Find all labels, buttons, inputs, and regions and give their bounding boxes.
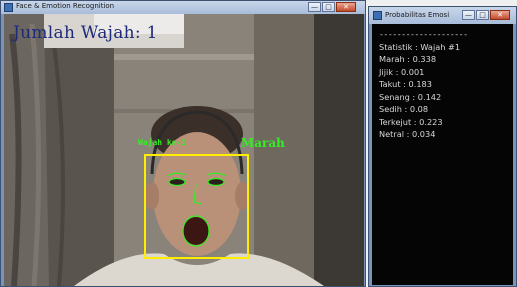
probability-window: Probabilitas Emosi — □ ✕ ---------------… [368, 6, 517, 287]
main-window-controls: — □ ✕ [308, 2, 356, 12]
maximize-button[interactable]: □ [322, 2, 335, 12]
camera-feed: Jumlah Wajah: 1 Wajah ke-1 Marah [4, 14, 364, 286]
close-button[interactable]: ✕ [336, 2, 356, 12]
face-id-label: Wajah ke-1 [138, 138, 187, 147]
minimize-button[interactable]: — [308, 2, 321, 12]
minimize-button[interactable]: — [462, 10, 475, 20]
app-icon [4, 3, 13, 12]
probability-console: -------------------- Statistik : Wajah #… [372, 24, 513, 285]
main-titlebar[interactable]: Face & Emotion Recognition — □ ✕ [1, 1, 365, 14]
probability-window-title: Probabilitas Emosi [385, 11, 450, 19]
main-window-title: Face & Emotion Recognition [16, 2, 115, 10]
probability-senang: Senang : 0.142 [379, 91, 442, 102]
probability-titlebar[interactable]: Probabilitas Emosi — □ ✕ [369, 7, 516, 24]
face-bounding-box [144, 154, 249, 259]
probability-netral: Netral : 0.034 [379, 129, 436, 139]
console-icon [373, 11, 382, 20]
probability-window-controls: — □ ✕ [462, 10, 510, 20]
maximize-button[interactable]: □ [476, 10, 489, 20]
probability-sedih: Sedih : 0.08 [379, 104, 429, 114]
separator-line: -------------------- [379, 29, 468, 39]
emotion-label: Marah [241, 136, 285, 150]
probability-terkejut: Terkejut : 0.223 [379, 116, 443, 127]
probability-takut: Takut : 0.183 [379, 79, 432, 89]
probability-marah: Marah : 0.338 [379, 54, 437, 64]
close-button[interactable]: ✕ [490, 10, 510, 20]
face-recognition-window: Face & Emotion Recognition — □ ✕ Jumlah … [0, 0, 366, 287]
statistics-heading: Statistik : Wajah #1 [379, 41, 461, 52]
probability-jijik: Jijik : 0.001 [379, 66, 425, 77]
face-count-label: Jumlah Wajah: 1 [13, 23, 158, 43]
